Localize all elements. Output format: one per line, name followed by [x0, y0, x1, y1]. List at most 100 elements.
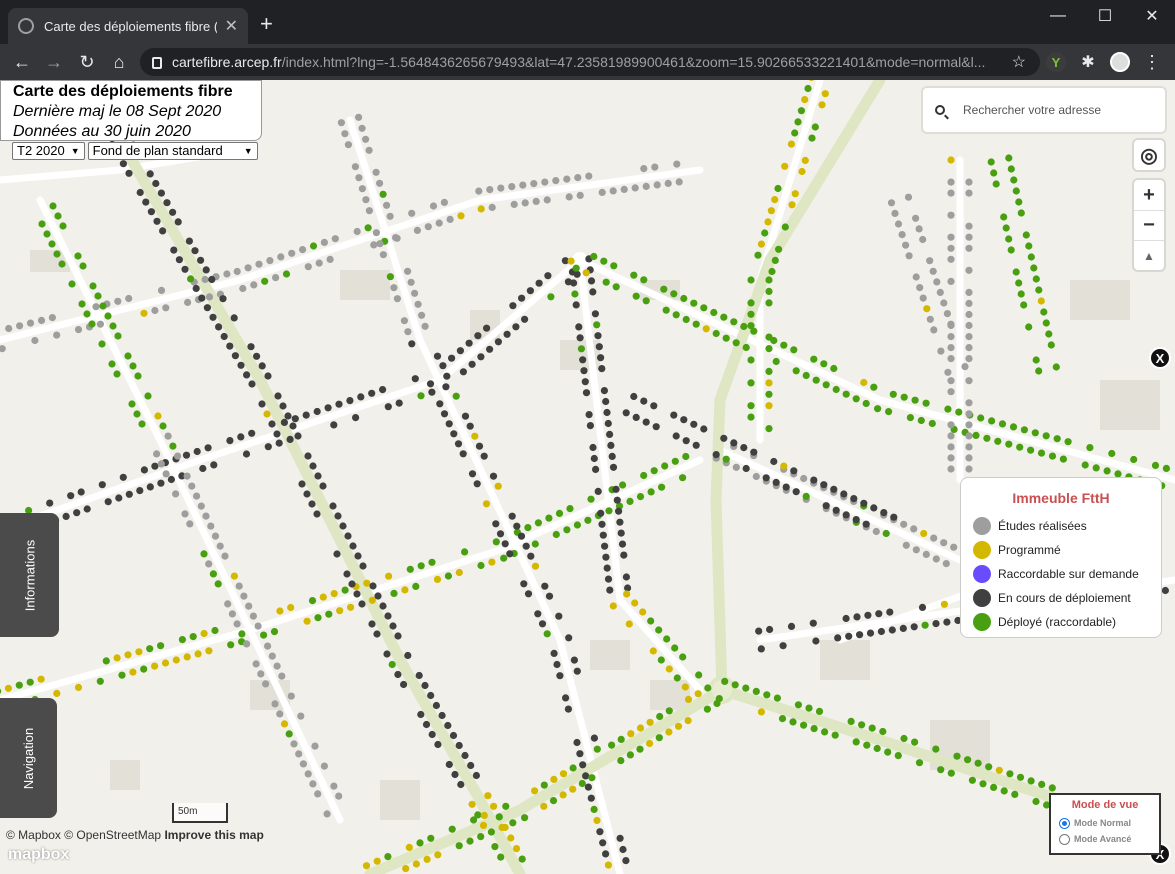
building-dot: [1010, 176, 1018, 184]
building-dot: [125, 490, 133, 498]
building-dot: [154, 412, 162, 420]
building-dot: [376, 179, 384, 187]
building-dot: [299, 760, 307, 768]
building-dot: [762, 474, 770, 482]
building-dot: [344, 141, 352, 149]
address-search[interactable]: [923, 88, 1165, 132]
building-dot: [162, 470, 170, 478]
building-dot: [847, 717, 855, 726]
building-dot: [426, 380, 435, 388]
building-dot: [471, 432, 479, 440]
new-tab-button[interactable]: +: [260, 12, 273, 36]
building-dot: [238, 630, 246, 638]
legend-close-button[interactable]: X: [1149, 347, 1171, 369]
building-dot: [630, 271, 638, 279]
building-dot: [642, 297, 650, 305]
building-dot: [268, 652, 276, 660]
profile-avatar[interactable]: [1110, 52, 1130, 72]
zoom-in-button[interactable]: +: [1134, 180, 1164, 210]
building-dot: [274, 392, 282, 400]
building-dot: [386, 273, 394, 281]
building-dot: [295, 750, 303, 758]
building-dot: [524, 524, 532, 532]
building-dot: [174, 218, 182, 226]
building-dot: [339, 522, 347, 530]
mode-advanced-option[interactable]: Mode Avancé: [1059, 831, 1151, 847]
building-dot: [1032, 356, 1040, 364]
building-dot: [494, 338, 502, 346]
forward-button[interactable]: →: [42, 50, 66, 74]
building-dot: [433, 352, 442, 360]
basemap-select[interactable]: Fond de plan standard ▼: [87, 142, 258, 160]
maximize-button[interactable]: ☐: [1082, 0, 1128, 32]
browser-menu-icon[interactable]: ⋮: [1142, 52, 1162, 72]
building-dot: [226, 437, 234, 445]
building-dot: [965, 310, 973, 319]
building-dot: [383, 650, 391, 658]
mapbox-logo[interactable]: mapbox: [8, 846, 69, 864]
building-dot: [303, 490, 311, 498]
building-dot: [571, 290, 579, 298]
improve-map-link[interactable]: Improve this map: [164, 828, 263, 842]
mode-normal-radio[interactable]: [1059, 817, 1070, 829]
mode-normal-option[interactable]: Mode Normal: [1059, 815, 1151, 831]
window-close-button[interactable]: ✕: [1129, 0, 1175, 32]
map-canvas[interactable]: Carte des déploiements fibre Dernière ma…: [0, 80, 1175, 874]
building-dot: [965, 410, 973, 418]
building-dot: [510, 200, 518, 208]
compass-button[interactable]: ▲: [1134, 240, 1164, 270]
building-dot: [379, 602, 387, 610]
building-dot: [353, 227, 361, 236]
back-button[interactable]: ←: [10, 50, 34, 74]
building-dot: [985, 763, 993, 771]
extension-icon[interactable]: Y: [1046, 52, 1066, 72]
period-select[interactable]: T2 2020 ▼: [12, 142, 85, 160]
building-dot: [990, 169, 998, 177]
building-dot: [468, 360, 476, 368]
building-dot: [812, 376, 820, 384]
building-dot: [932, 555, 940, 563]
building-dot: [263, 410, 271, 418]
mode-advanced-radio[interactable]: [1059, 833, 1070, 845]
home-button[interactable]: ⌂: [107, 50, 131, 74]
building-dot: [627, 730, 635, 738]
building-dot: [947, 344, 955, 352]
building-dot: [965, 222, 973, 230]
building-dot: [872, 527, 880, 536]
building-dot: [211, 532, 220, 540]
building-dot: [167, 475, 175, 484]
building-dot: [358, 124, 366, 132]
navigation-tab[interactable]: Navigation: [0, 698, 57, 818]
building-dot: [655, 734, 663, 742]
building-dot: [765, 333, 773, 341]
building-dot: [912, 214, 920, 222]
building-dot: [1007, 165, 1015, 173]
zoom-out-button[interactable]: −: [1134, 210, 1164, 240]
minimize-button[interactable]: —: [1035, 0, 1081, 32]
building-dot: [220, 332, 228, 341]
attribution-osm[interactable]: © OpenStreetMap: [64, 828, 161, 842]
browser-tab[interactable]: Carte des déploiements fibre (Ftt ✕: [8, 8, 248, 44]
building-dot: [740, 444, 748, 452]
tab-close-icon[interactable]: ✕: [225, 16, 238, 36]
building-dot: [362, 196, 370, 204]
building-dot: [550, 649, 558, 658]
address-bar[interactable]: cartefibre.arcep.fr /index.html?lng=-1.5…: [140, 48, 1040, 76]
attribution-mapbox[interactable]: © Mapbox: [6, 828, 61, 842]
building-dot: [517, 532, 526, 540]
extensions-puzzle-icon[interactable]: ✱: [1078, 52, 1098, 72]
building-dot: [211, 626, 219, 635]
informations-tab[interactable]: Informations: [0, 513, 59, 637]
reload-button[interactable]: ↻: [75, 50, 99, 74]
building-dot: [712, 329, 720, 338]
building-dot: [906, 414, 915, 422]
building-dot: [750, 448, 758, 456]
address-search-input[interactable]: [963, 103, 1143, 117]
map-selectors: T2 2020 ▼ Fond de plan standard ▼: [12, 142, 258, 160]
building-dot: [573, 738, 581, 747]
geolocate-button[interactable]: ◎: [1134, 140, 1164, 170]
bookmark-star-icon[interactable]: ☆: [1012, 52, 1026, 72]
url-path: /index.html?lng=-1.5648436265679493&lat=…: [281, 54, 986, 70]
building-dot: [0, 345, 6, 353]
building-dot: [219, 295, 227, 303]
